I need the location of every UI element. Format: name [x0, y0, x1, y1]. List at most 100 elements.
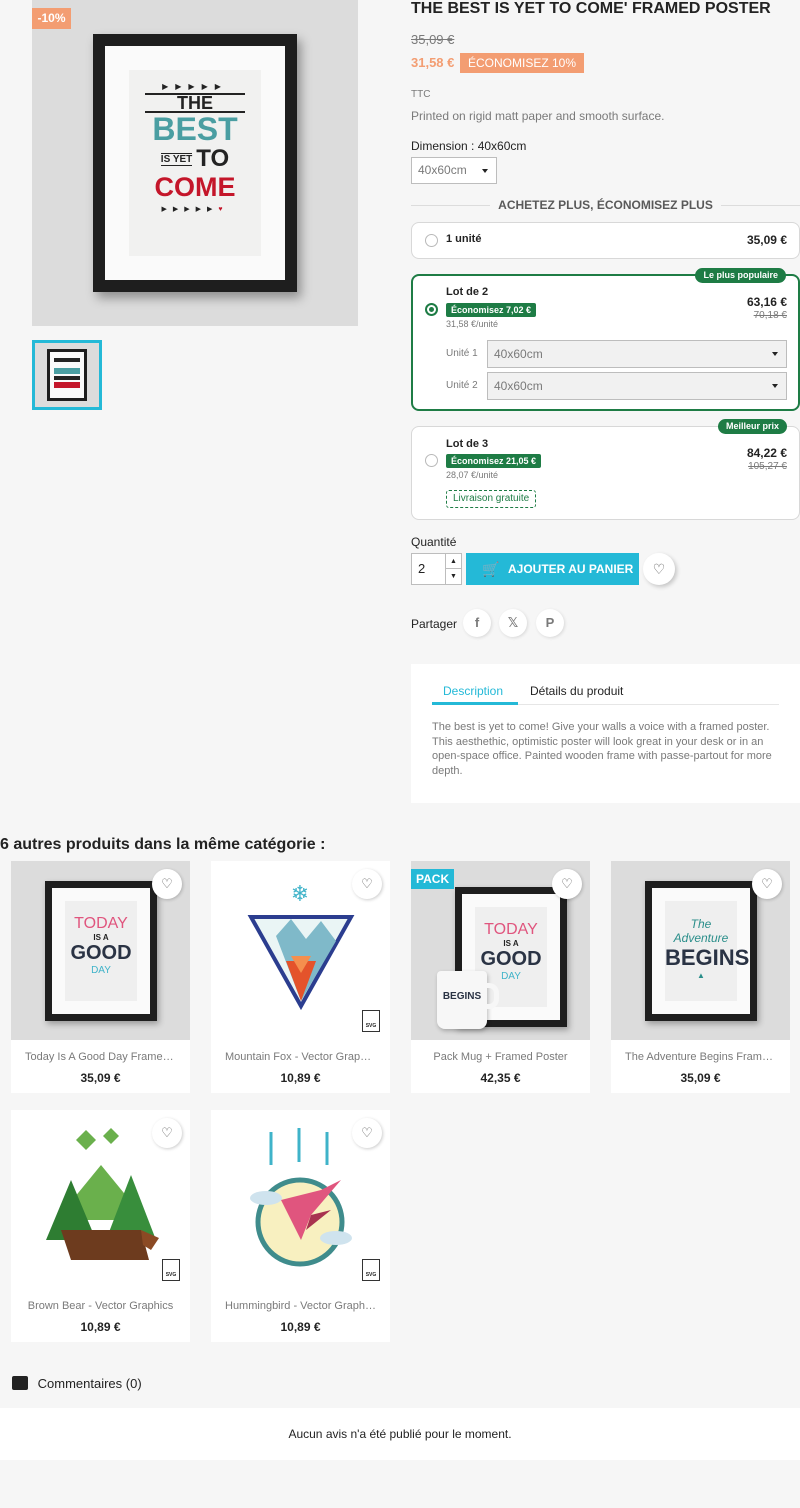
poster-word-isyet: IS YET: [160, 152, 193, 166]
unit-1-label: Unité 1: [446, 348, 478, 359]
product-card[interactable]: TODAY IS A GOOD DAY ♡ Today Is A Good Da…: [11, 861, 190, 1093]
dimension-label: Dimension : 40x60cm: [411, 139, 527, 153]
product-card[interactable]: SVG ♡ Brown Bear - Vector Graphics 10,89…: [11, 1110, 190, 1342]
offer-old-price: 105,27 €: [748, 461, 787, 472]
product-title: THE BEST IS YET TO COME' FRAMED POSTER: [411, 0, 771, 17]
related-products-title: 6 autres produits dans la même catégorie…: [0, 836, 326, 853]
dimension-select[interactable]: 40x60cm: [411, 157, 497, 184]
offer-radio[interactable]: [425, 454, 438, 467]
product-card[interactable]: SVG ♡ Hummingbird - Vector Graphics 10,8…: [211, 1110, 390, 1342]
chevron-down-icon: [772, 384, 778, 388]
poster-word-come: COME: [154, 172, 236, 202]
pinterest-icon[interactable]: P: [536, 609, 564, 637]
wishlist-heart-icon[interactable]: ♡: [152, 869, 182, 899]
poster-word-best: BEST: [152, 111, 238, 147]
poster-word-the: THE: [145, 93, 245, 113]
x-twitter-icon[interactable]: 𝕏: [499, 609, 527, 637]
product-name[interactable]: Hummingbird - Vector Graphics: [211, 1300, 390, 1312]
share-label: Partager: [411, 617, 458, 631]
offer-lot-2[interactable]: Le plus populaire Lot de 2 Économisez 7,…: [411, 268, 800, 411]
offer-savings-badge: Économisez 21,05 €: [446, 454, 542, 468]
comments-header[interactable]: Commentaires (0): [12, 1376, 142, 1391]
chevron-down-icon: [482, 169, 488, 173]
facebook-icon[interactable]: f: [463, 609, 491, 637]
tab-product-details[interactable]: Détails du produit: [530, 684, 623, 698]
product-name[interactable]: The Adventure Begins Framed...: [611, 1051, 790, 1063]
offer-old-price: 70,18 €: [753, 310, 787, 321]
quantity-value: 2: [418, 561, 426, 576]
free-shipping-badge: Livraison gratuite: [446, 490, 537, 508]
svg-text:❄: ❄: [291, 881, 309, 906]
svg-file-icon: SVG: [162, 1259, 180, 1281]
svg-file-icon: SVG: [362, 1259, 380, 1281]
add-to-cart-button[interactable]: 🛒 AJOUTER AU PANIER: [466, 553, 639, 585]
product-name[interactable]: Brown Bear - Vector Graphics: [11, 1300, 190, 1312]
offer-lot-3[interactable]: Meilleur prix Lot de 3 Économisez 21,05 …: [411, 419, 800, 520]
cart-icon: 🛒: [482, 561, 500, 577]
tab-description[interactable]: Description: [443, 684, 503, 698]
offer-name: 1 unité: [446, 233, 482, 245]
popular-tag: Le plus populaire: [695, 268, 786, 283]
wishlist-heart-icon[interactable]: ♡: [152, 1118, 182, 1148]
unit-1-select[interactable]: 40x60cm: [487, 340, 787, 368]
product-name[interactable]: Mountain Fox - Vector Graphics: [211, 1051, 390, 1063]
offer-single[interactable]: 1 unité 35,09 €: [411, 222, 800, 259]
product-price: 35,09 €: [680, 1071, 721, 1085]
offer-name: Lot de 3: [446, 438, 489, 450]
offer-unit-price: 31,58 €/unité: [446, 319, 499, 329]
dimension-select-value: 40x60cm: [418, 163, 467, 177]
product-thumbnail[interactable]: [32, 340, 102, 410]
offer-price: 63,16 €: [746, 295, 787, 309]
wishlist-heart-icon[interactable]: ♡: [552, 869, 582, 899]
comments-label: Commentaires (0): [37, 1376, 142, 1391]
discount-flag: -10%: [32, 8, 71, 29]
svg-file-icon: SVG: [362, 1010, 380, 1032]
offer-savings-badge: Économisez 7,02 €: [446, 303, 537, 317]
product-price: 10,89 €: [280, 1071, 321, 1085]
wishlist-heart-icon[interactable]: ♡: [752, 869, 782, 899]
product-name[interactable]: Today Is A Good Day Framed...: [11, 1051, 190, 1063]
poster-frame: ▶▶▶▶▶ THE BEST IS YET TO COME ▶▶▶▶▶♥: [93, 34, 297, 292]
offer-radio[interactable]: [425, 303, 438, 316]
quantity-down-icon[interactable]: ▼: [446, 569, 461, 584]
tax-label: TTC: [411, 89, 431, 100]
wishlist-heart-icon[interactable]: ♡: [643, 553, 675, 585]
unit-1-value: 40x60cm: [494, 347, 543, 361]
add-to-cart-label: AJOUTER AU PANIER: [508, 562, 634, 576]
product-price: 42,35 €: [480, 1071, 521, 1085]
product-main-image[interactable]: ▶▶▶▶▶ THE BEST IS YET TO COME ▶▶▶▶▶♥: [32, 0, 358, 326]
offer-radio[interactable]: [425, 234, 438, 247]
no-reviews-text: Aucun avis n'a été publié pour le moment…: [288, 1427, 512, 1441]
wishlist-heart-icon[interactable]: ♡: [352, 1118, 382, 1148]
short-description: Printed on rigid matt paper and smooth s…: [411, 109, 665, 123]
unit-2-value: 40x60cm: [494, 379, 543, 393]
product-tabs: Description Détails du produit The best …: [411, 664, 800, 803]
pack-flag: PACK: [411, 869, 455, 889]
product-price: 10,89 €: [280, 1320, 321, 1334]
product-price: 10,89 €: [80, 1320, 121, 1334]
product-card[interactable]: TODAY IS A GOOD DAY BEGINS PACK ♡ Pack M…: [411, 861, 590, 1093]
description-text: The best is yet to come! Give your walls…: [432, 721, 772, 777]
quantity-label: Quantité: [411, 535, 457, 549]
offer-unit-price: 28,07 €/unité: [446, 470, 499, 480]
product-price: 35,09 €: [80, 1071, 121, 1085]
quantity-stepper[interactable]: 2 ▲ ▼: [411, 553, 462, 585]
offer-price: 84,22 €: [746, 446, 787, 460]
product-name[interactable]: Pack Mug + Framed Poster: [411, 1051, 590, 1063]
regular-price: 35,09 €: [411, 32, 455, 47]
poster-word-to: TO: [196, 145, 230, 172]
current-price: 31,58 €: [411, 55, 455, 70]
chevron-down-icon: [772, 352, 778, 356]
unit-2-label: Unité 2: [446, 380, 478, 391]
best-price-tag: Meilleur prix: [717, 419, 787, 434]
offer-price: 35,09 €: [746, 233, 787, 247]
reviews-panel: Aucun avis n'a été publié pour le moment…: [0, 1408, 800, 1460]
bulk-offers-title: ACHETEZ PLUS, ÉCONOMISEZ PLUS: [411, 198, 800, 212]
wishlist-heart-icon[interactable]: ♡: [352, 869, 382, 899]
active-tab-indicator: [432, 702, 518, 705]
product-card[interactable]: ❄ SVG ♡ Mountain Fox - Vector Graphics 1…: [211, 861, 390, 1093]
offer-name: Lot de 2: [446, 286, 489, 298]
product-card[interactable]: The Adventure BEGINS ▲ ♡ The Adventure B…: [611, 861, 790, 1093]
quantity-up-icon[interactable]: ▲: [446, 554, 461, 569]
unit-2-select[interactable]: 40x60cm: [487, 372, 787, 400]
